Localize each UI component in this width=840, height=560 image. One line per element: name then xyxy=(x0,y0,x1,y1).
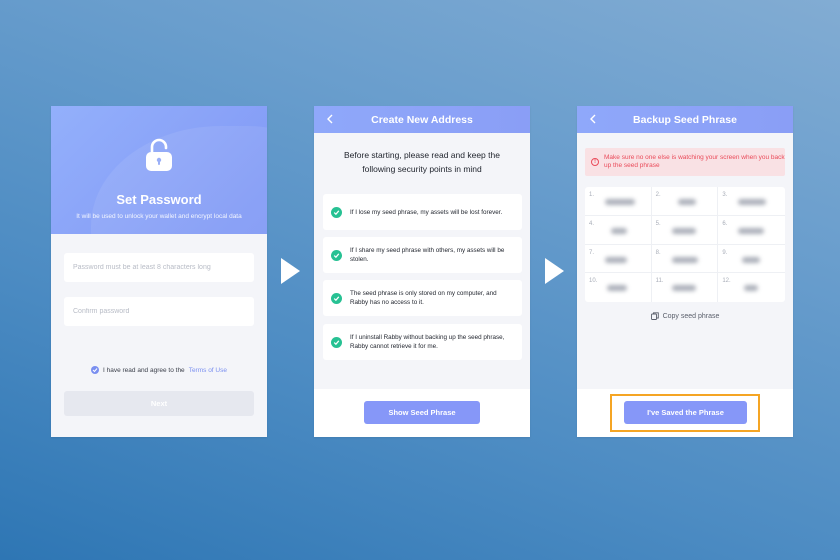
info-icon: ! xyxy=(591,158,599,166)
page-title: Create New Address xyxy=(371,113,473,126)
agree-text: I have read and agree to the xyxy=(103,366,185,374)
check-circle-icon xyxy=(331,336,342,348)
seed-word-hidden xyxy=(671,285,696,292)
seed-word-hidden xyxy=(607,285,627,292)
seed-word-cell: 11. xyxy=(652,273,719,302)
security-point: If I lose my seed phrase, my assets will… xyxy=(323,194,522,230)
seed-word-number: 1. xyxy=(589,192,595,198)
footer: Show Seed Phrase xyxy=(314,389,530,437)
warning-text: Make sure no one else is watching your s… xyxy=(604,153,785,170)
terms-of-use-link[interactable]: Terms of Use xyxy=(189,367,227,374)
seed-word-number: 2. xyxy=(655,192,661,198)
set-password-header: Set Password It will be used to unlock y… xyxy=(51,106,267,234)
security-point-text: The seed phrase is only stored on my com… xyxy=(350,290,497,306)
seed-word-hidden xyxy=(738,227,765,234)
arrow-right-icon xyxy=(281,258,300,284)
check-circle-icon xyxy=(331,249,342,261)
backup-seed-screen: Backup Seed Phrase ! Make sure no one el… xyxy=(577,106,793,437)
seed-word-number: 3. xyxy=(722,192,728,198)
seed-word-cell: 1. xyxy=(585,187,652,216)
seed-word-number: 6. xyxy=(722,220,728,227)
security-point-text: If I uninstall Rabby without backing up … xyxy=(350,334,505,350)
seed-word-number: 11. xyxy=(655,278,664,285)
seed-word-number: 8. xyxy=(655,249,661,256)
seed-word-hidden xyxy=(605,256,627,263)
page-subtitle: It will be used to unlock your wallet an… xyxy=(76,213,242,220)
seed-word-hidden xyxy=(671,227,696,234)
seed-word-number: 9. xyxy=(722,249,728,256)
check-circle-icon xyxy=(331,292,342,304)
seed-word-cell: 6. xyxy=(718,216,785,245)
seed-word-cell: 8. xyxy=(651,244,719,274)
seed-word-hidden xyxy=(605,199,635,205)
show-seed-phrase-button[interactable]: Show Seed Phrase xyxy=(364,401,480,424)
chevron-left-icon xyxy=(327,114,333,124)
warning-banner: ! Make sure no one else is watching your… xyxy=(585,148,785,176)
seed-word-cell: 3. xyxy=(718,187,785,216)
seed-word-cell: 12. xyxy=(718,273,785,302)
security-point: If I uninstall Rabby without backing up … xyxy=(323,324,522,360)
agree-checkbox[interactable] xyxy=(91,366,99,374)
arrow-right-icon xyxy=(545,258,564,284)
lock-icon xyxy=(146,138,172,171)
password-input[interactable] xyxy=(64,253,254,282)
seed-word-hidden xyxy=(742,256,761,263)
seed-word-number: 12. xyxy=(722,278,731,285)
back-button[interactable] xyxy=(323,112,337,126)
page-title: Backup Seed Phrase xyxy=(633,113,737,126)
page-title: Set Password xyxy=(116,192,202,207)
terms-agreement: I have read and agree to the Terms of Us… xyxy=(51,366,267,374)
saved-phrase-button[interactable]: I've Saved the Phrase xyxy=(624,401,747,424)
create-address-screen: Create New Address Before starting, plea… xyxy=(314,106,530,437)
seed-word-number: 4. xyxy=(589,220,595,227)
footer: I've Saved the Phrase xyxy=(577,389,793,437)
security-point-text: If I share my seed phrase with others, m… xyxy=(350,247,505,263)
set-password-screen: Set Password It will be used to unlock y… xyxy=(51,106,267,437)
seed-word-hidden xyxy=(744,285,759,292)
chevron-left-icon xyxy=(590,114,596,124)
seed-word-hidden xyxy=(611,227,627,234)
security-point-text: If I lose my seed phrase, my assets will… xyxy=(350,208,503,216)
screen-header: Backup Seed Phrase xyxy=(577,106,793,133)
intro-line: Before starting, please read and keep th… xyxy=(344,150,500,160)
screen-header: Create New Address xyxy=(314,106,530,133)
intro-text: Before starting, please read and keep th… xyxy=(314,148,530,176)
seed-word-hidden xyxy=(671,256,698,263)
copy-seed-phrase-button[interactable]: Copy seed phrase xyxy=(577,312,793,320)
back-button[interactable] xyxy=(586,112,600,126)
seed-phrase-grid: 1. 2. 3. 4. 5. 6. 7. 8. 9. 10. 11. 12. xyxy=(585,187,785,302)
seed-word-number: 7. xyxy=(589,249,595,256)
check-circle-icon xyxy=(331,206,342,218)
seed-word-number: 10. xyxy=(589,278,598,285)
next-button[interactable]: Next xyxy=(64,391,254,416)
seed-word-cell: 5. xyxy=(651,215,719,245)
security-point: If I share my seed phrase with others, m… xyxy=(323,237,522,273)
copy-icon xyxy=(650,312,659,320)
confirm-password-input[interactable] xyxy=(64,297,254,326)
security-point: The seed phrase is only stored on my com… xyxy=(323,280,522,316)
copy-label: Copy seed phrase xyxy=(662,312,720,320)
seed-word-number: 5. xyxy=(655,220,661,227)
seed-word-cell: 4. xyxy=(585,215,652,245)
seed-word-cell: 2. xyxy=(651,187,719,216)
seed-word-cell: 10. xyxy=(585,273,652,302)
seed-word-hidden xyxy=(738,199,767,205)
intro-line: following security points in mind xyxy=(362,164,482,174)
seed-word-cell: 7. xyxy=(585,244,652,274)
checkmark-icon xyxy=(92,368,98,373)
seed-word-hidden xyxy=(677,199,696,205)
seed-word-cell: 9. xyxy=(718,245,785,274)
